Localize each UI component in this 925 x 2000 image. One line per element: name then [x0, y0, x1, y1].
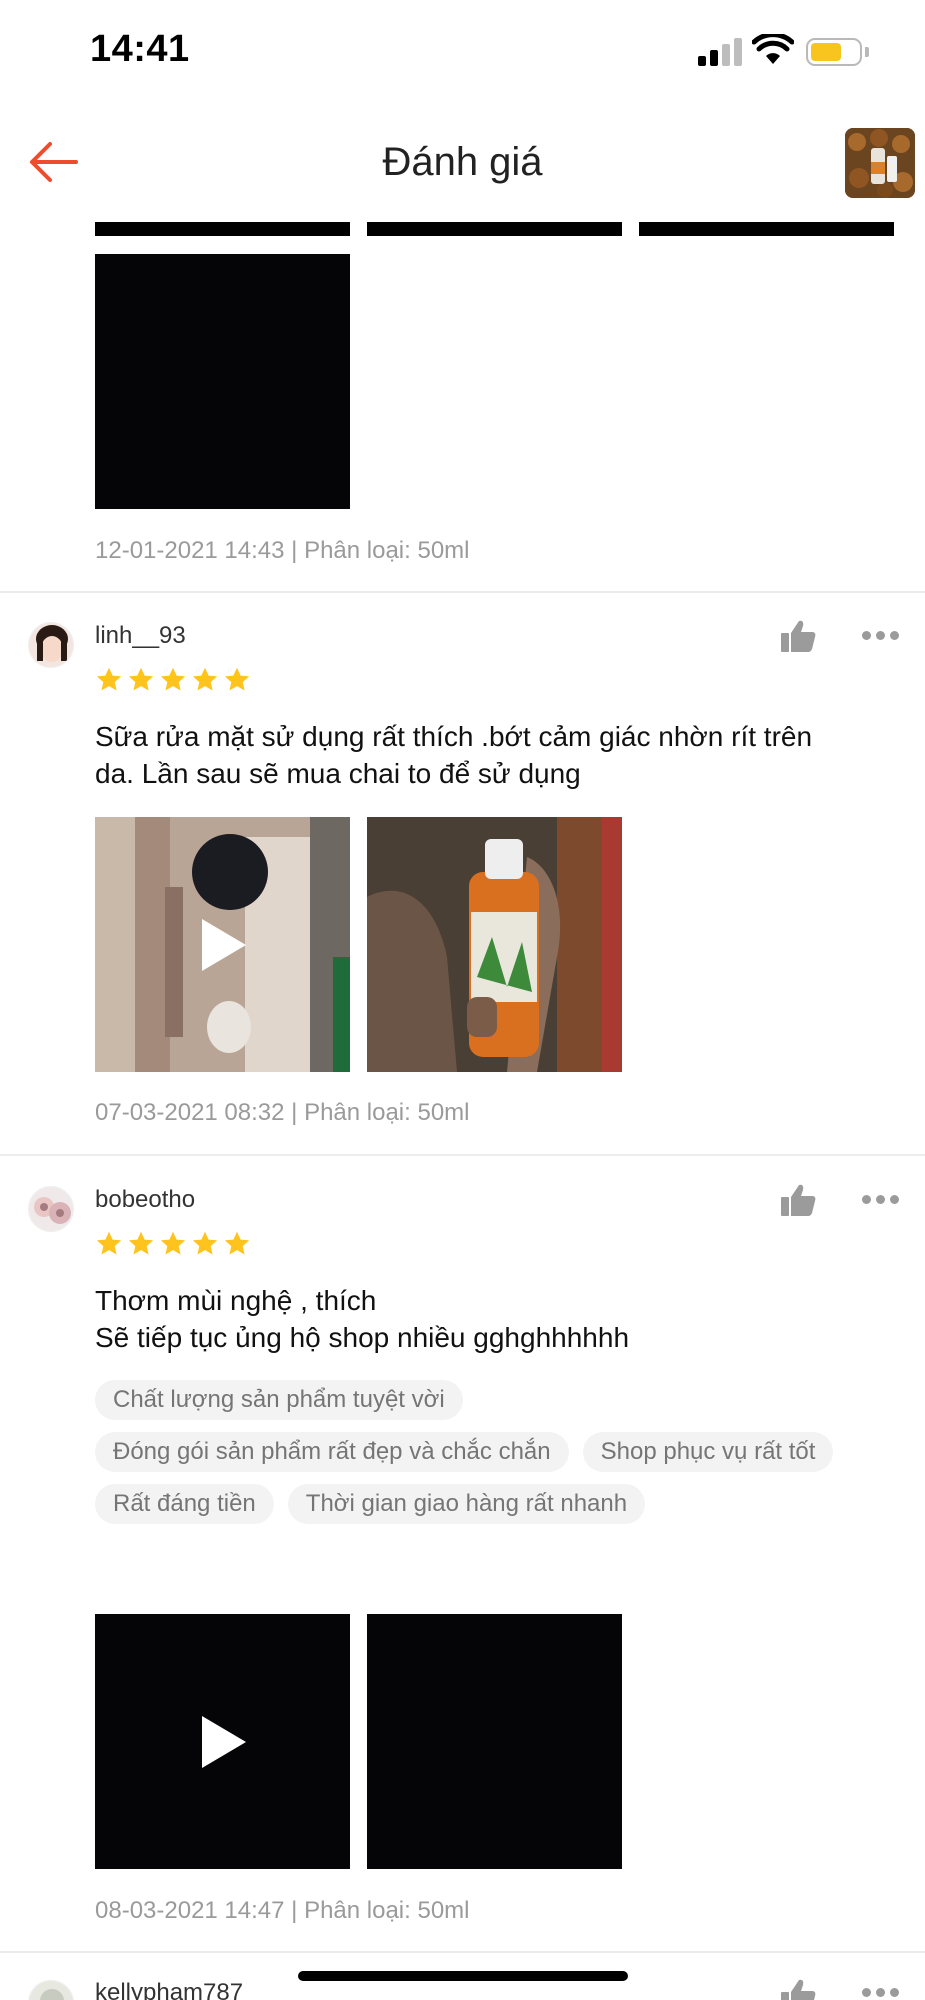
status-time: 14:41	[90, 28, 190, 70]
review-photo-image	[367, 817, 622, 1072]
review-tag: Thời gian giao hàng rất nhanh	[287, 1484, 646, 1524]
review-tag: Rất đáng tiền	[95, 1484, 274, 1524]
star-icon	[96, 1231, 122, 1255]
battery-icon	[806, 38, 862, 66]
play-icon	[201, 1715, 246, 1768]
review-video-thumbnail[interactable]	[95, 1614, 350, 1869]
battery-cap	[865, 47, 869, 57]
star-icon	[160, 667, 186, 691]
review-tag: Chất lượng sản phẩm tuyệt vời	[95, 1380, 463, 1420]
review-video-thumbnail[interactable]	[95, 817, 350, 1072]
thumbs-up-icon[interactable]	[780, 1183, 816, 1217]
user-avatar-image	[29, 1981, 73, 2000]
review-username[interactable]: kellypham787	[95, 1979, 243, 2000]
wifi-icon	[752, 34, 794, 64]
play-icon	[201, 918, 246, 971]
review-tag: Đóng gói sản phẩm rất đẹp và chắc chắn	[95, 1432, 569, 1472]
star-rating	[95, 666, 251, 694]
review-meta: 12-01-2021 14:43 | Phân loại: 50ml	[95, 537, 470, 564]
review-image-thumbnail[interactable]	[95, 222, 350, 236]
cellular-signal-icon	[698, 38, 742, 66]
star-icon	[192, 1231, 218, 1255]
review-username[interactable]: bobeotho	[95, 1186, 195, 1214]
user-avatar-image	[29, 623, 73, 667]
more-options-icon[interactable]	[862, 1988, 900, 1998]
status-bar: 14:41	[0, 0, 925, 100]
review-username[interactable]: linh__93	[95, 622, 186, 650]
review-meta: 08-03-2021 14:47 | Phân loại: 50ml	[95, 1897, 470, 1924]
star-icon	[96, 667, 122, 691]
review-image-thumbnail[interactable]	[639, 222, 894, 236]
star-icon	[224, 1231, 250, 1255]
review-divider	[0, 1951, 925, 1953]
avatar[interactable]	[28, 1186, 74, 1232]
review-image-thumbnail[interactable]	[367, 817, 622, 1072]
page-title: Đánh giá	[382, 140, 543, 184]
more-options-icon[interactable]	[862, 1195, 900, 1205]
star-icon	[128, 667, 154, 691]
star-icon	[128, 1231, 154, 1255]
product-thumbnail-image	[845, 128, 915, 198]
review-image-thumbnail[interactable]	[367, 1614, 622, 1869]
review-tag-list: Chất lượng sản phẩm tuyệt vời Đóng gói s…	[95, 1380, 875, 1524]
star-icon	[160, 1231, 186, 1255]
star-icon	[224, 667, 250, 691]
review-divider	[0, 591, 925, 593]
thumbs-up-icon[interactable]	[780, 1978, 816, 2000]
review-image-thumbnail[interactable]	[95, 254, 350, 509]
avatar[interactable]	[28, 622, 74, 668]
review-meta: 07-03-2021 08:32 | Phân loại: 50ml	[95, 1099, 470, 1126]
user-avatar-image	[29, 1187, 73, 1231]
review-text: Sữa rửa mặt sử dụng rất thích .bớt cảm g…	[95, 721, 813, 789]
product-thumbnail[interactable]	[845, 128, 915, 198]
review-text: Thơm mùi nghệ , thích Sẽ tiếp tục ủng hộ…	[95, 1285, 630, 1353]
review-image-thumbnail[interactable]	[367, 222, 622, 236]
header: Đánh giá	[0, 100, 925, 224]
avatar[interactable]	[28, 1980, 74, 2000]
star-rating	[95, 1230, 251, 1258]
thumbs-up-icon[interactable]	[780, 619, 816, 653]
review-divider	[0, 1154, 925, 1156]
star-icon	[192, 667, 218, 691]
more-options-icon[interactable]	[862, 631, 900, 641]
review-tag: Shop phục vụ rất tốt	[582, 1432, 834, 1472]
home-indicator	[298, 1971, 628, 1981]
